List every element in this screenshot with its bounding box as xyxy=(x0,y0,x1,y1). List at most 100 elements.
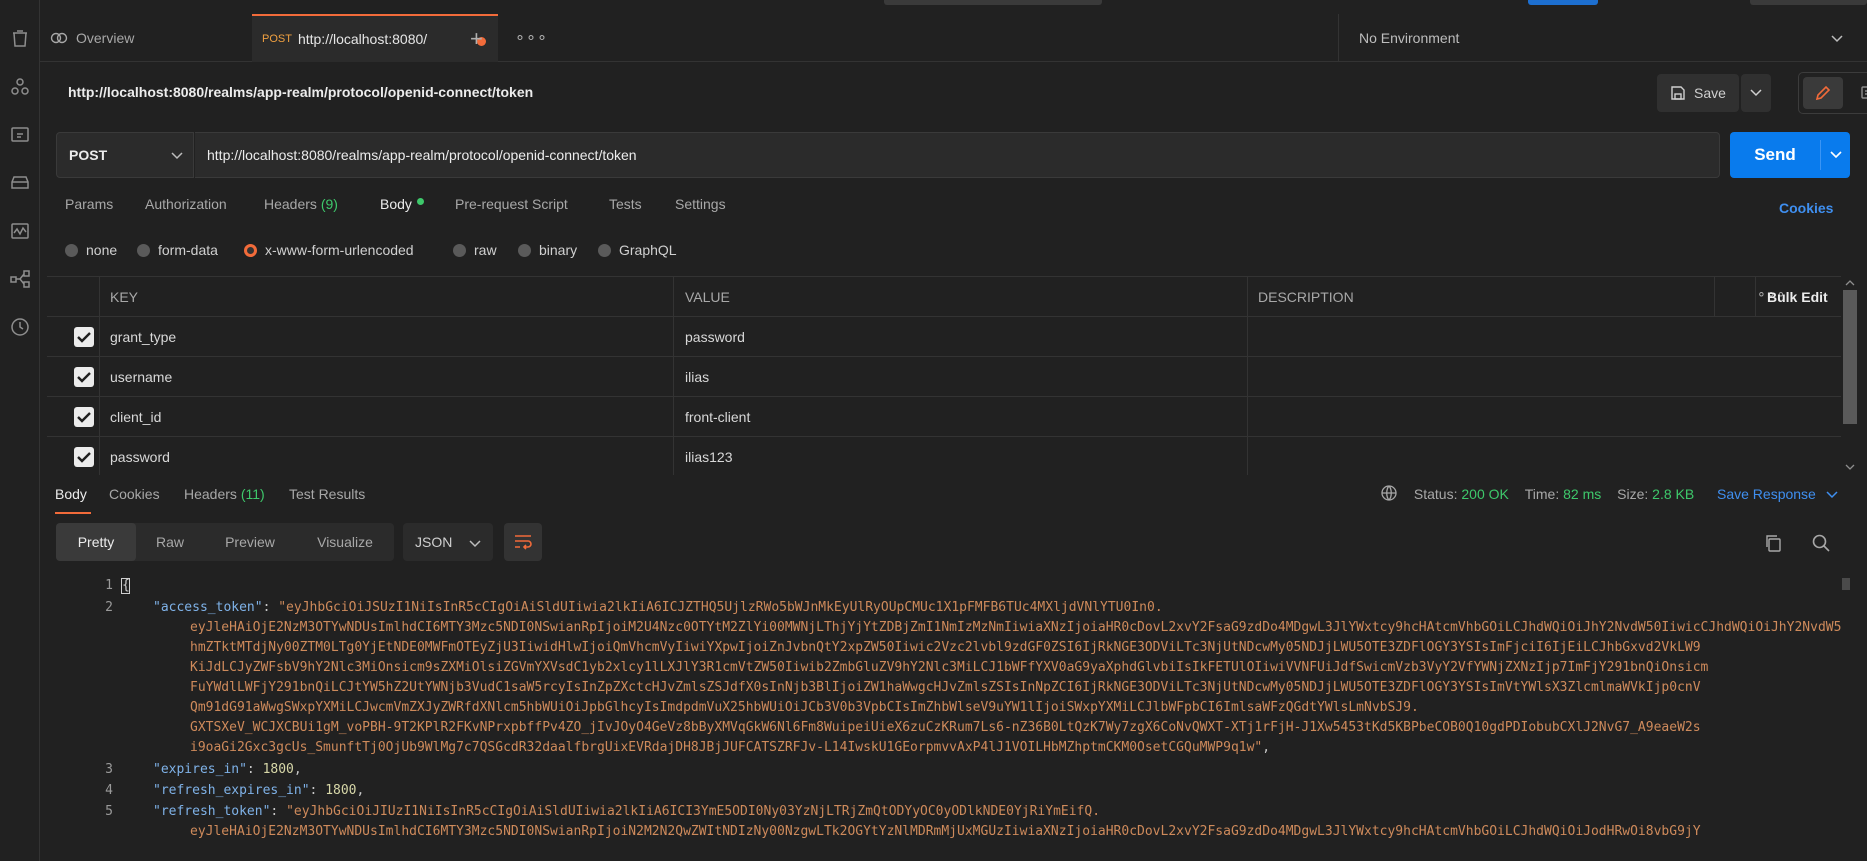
row-value[interactable]: front-client xyxy=(685,409,750,425)
tab-params[interactable]: Params xyxy=(65,196,113,212)
code-line-refresh-token: "refresh_token": "eyJhbGciOiJIUzI1NiIsIn… xyxy=(153,804,1100,819)
environments-icon[interactable] xyxy=(9,124,31,146)
new-tab-button[interactable]: + xyxy=(470,26,483,52)
line-number: 4 xyxy=(105,783,113,798)
radio-graphql[interactable]: GraphQL xyxy=(598,242,677,258)
json-colon: : xyxy=(262,600,279,615)
view-pretty[interactable]: Pretty xyxy=(56,523,136,561)
scrollbar-thumb[interactable] xyxy=(1842,578,1850,590)
save-response-button[interactable]: Save Response xyxy=(1717,486,1838,502)
collections-icon[interactable] xyxy=(9,28,31,50)
table-header: KEY VALUE DESCRIPTION ∘∘∘ Bulk Edit xyxy=(47,277,1841,317)
column-divider xyxy=(1755,277,1756,317)
view-raw[interactable]: Raw xyxy=(136,523,204,561)
format-select[interactable]: JSON xyxy=(403,523,493,561)
response-tab-body[interactable]: Body xyxy=(55,486,87,502)
size-label: Size: xyxy=(1617,486,1649,502)
size-value: 2.8 KB xyxy=(1652,486,1695,502)
row-checkbox[interactable] xyxy=(74,327,94,347)
code-line-expires: "expires_in": 1800, xyxy=(153,762,302,777)
url-input[interactable]: http://localhost:8080/realms/app-realm/p… xyxy=(195,132,1720,178)
radio-circle xyxy=(65,243,78,257)
tab-headers[interactable]: Headers (9) xyxy=(264,196,338,212)
radio-circle xyxy=(518,243,531,257)
table-row: password ilias123 xyxy=(47,437,1841,477)
bulk-edit-button[interactable]: Bulk Edit xyxy=(1767,289,1828,305)
row-checkbox[interactable] xyxy=(74,447,94,467)
radio-binary[interactable]: binary xyxy=(518,242,577,258)
send-dropdown-button[interactable] xyxy=(1821,132,1850,178)
chevron-down-icon xyxy=(1829,151,1842,159)
row-value[interactable]: password xyxy=(685,329,745,345)
save-dropdown-button[interactable] xyxy=(1741,74,1771,112)
tab-more-button[interactable]: ∘∘∘ xyxy=(515,27,548,47)
row-value[interactable]: ilias xyxy=(685,369,709,385)
tab-body[interactable]: Body xyxy=(380,196,424,212)
edit-mode-button[interactable] xyxy=(1803,77,1843,109)
monitors-icon[interactable] xyxy=(9,220,31,242)
send-button[interactable]: Send xyxy=(1730,132,1820,178)
json-string-end: i9oaGi2Gxc3gcUs_SmunftTj0OjUb9WlMg7c7QSG… xyxy=(190,740,1263,755)
tab-post-request[interactable]: POST http://localhost:8080/ xyxy=(252,14,498,62)
radio-raw[interactable]: raw xyxy=(453,242,497,258)
copy-icon[interactable] xyxy=(1763,533,1783,556)
time-value: 82 ms xyxy=(1563,486,1602,502)
row-key[interactable]: grant_type xyxy=(110,329,176,345)
request-title[interactable]: http://localhost:8080/realms/app-realm/p… xyxy=(68,84,533,100)
line-number: 3 xyxy=(105,762,113,777)
scroll-down-icon[interactable] xyxy=(1841,462,1859,472)
row-key[interactable]: password xyxy=(110,449,170,465)
search-icon[interactable] xyxy=(1811,533,1831,556)
code-continuation: i9oaGi2Gxc3gcUs_SmunftTj0OjUb9WlMg7c7QSG… xyxy=(190,740,1270,755)
row-key[interactable]: client_id xyxy=(110,409,161,425)
tab-url: http://localhost:8080/ xyxy=(297,31,428,47)
radio-label: raw xyxy=(474,242,497,258)
environment-label: No Environment xyxy=(1359,30,1460,46)
tab-tests[interactable]: Tests xyxy=(609,196,642,212)
documentation-mode-button[interactable] xyxy=(1849,77,1867,109)
view-visualize[interactable]: Visualize xyxy=(296,523,394,561)
mock-servers-icon[interactable] xyxy=(9,172,31,194)
method-select[interactable]: POST xyxy=(56,132,194,178)
save-button[interactable]: Save xyxy=(1657,74,1739,112)
checkmark-icon xyxy=(77,452,91,463)
flows-icon[interactable] xyxy=(9,268,31,290)
radio-none[interactable]: none xyxy=(65,242,117,258)
response-body-code[interactable]: 1 { 2 "access_token": "eyJhbGciOiJSUzI1N… xyxy=(47,574,1841,861)
title-bar-control xyxy=(1750,0,1867,5)
response-tab-test-results[interactable]: Test Results xyxy=(289,486,365,502)
history-icon[interactable] xyxy=(9,316,31,338)
radio-circle-selected xyxy=(244,243,257,257)
row-value[interactable]: ilias123 xyxy=(685,449,732,465)
code-scrollbar[interactable] xyxy=(1841,574,1851,861)
radio-label: form-data xyxy=(158,242,218,258)
tab-authorization[interactable]: Authorization xyxy=(145,196,227,212)
mode-toggle xyxy=(1798,72,1867,114)
json-colon: : xyxy=(246,762,263,777)
tab-settings[interactable]: Settings xyxy=(675,196,726,212)
title-bar-button xyxy=(1528,0,1598,5)
scrollbar-thumb[interactable] xyxy=(1843,290,1857,424)
params-table: KEY VALUE DESCRIPTION ∘∘∘ Bulk Edit gran… xyxy=(47,276,1841,477)
row-checkbox[interactable] xyxy=(74,407,94,427)
json-comma: , xyxy=(356,783,365,798)
globe-icon[interactable] xyxy=(1380,484,1398,502)
radio-x-www-form-urlencoded[interactable]: x-www-form-urlencoded xyxy=(244,242,414,258)
response-tab-cookies[interactable]: Cookies xyxy=(109,486,160,502)
scroll-up-icon[interactable] xyxy=(1841,278,1859,288)
radio-circle xyxy=(598,243,611,257)
row-key[interactable]: username xyxy=(110,369,172,385)
row-checkbox[interactable] xyxy=(74,367,94,387)
cookies-link[interactable]: Cookies xyxy=(1779,200,1833,216)
tab-overview[interactable]: Overview xyxy=(50,14,134,62)
response-status: Status: 200 OK Time: 82 ms Size: 2.8 KB xyxy=(1380,484,1695,504)
tab-pre-request-script[interactable]: Pre-request Script xyxy=(455,196,568,212)
wrap-lines-button[interactable] xyxy=(504,523,542,561)
code-continuation: GXTSXeV_WCJXCBUi1gM_voPBH-9T2KPlR2FKvNPr… xyxy=(190,720,1701,735)
params-scrollbar[interactable] xyxy=(1841,276,1859,474)
response-tab-headers[interactable]: Headers (11) xyxy=(184,486,265,502)
apis-icon[interactable] xyxy=(9,76,31,98)
radio-form-data[interactable]: form-data xyxy=(137,242,218,258)
environment-selector[interactable]: No Environment xyxy=(1338,14,1867,62)
view-preview[interactable]: Preview xyxy=(204,523,296,561)
